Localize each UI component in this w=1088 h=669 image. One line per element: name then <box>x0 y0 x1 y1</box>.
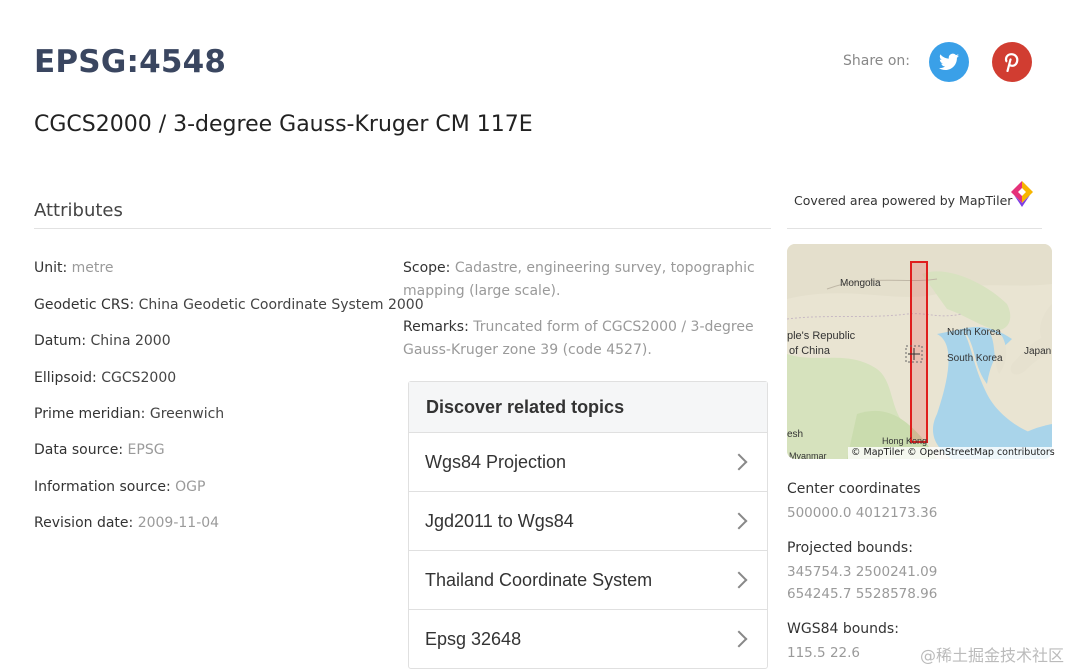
maptiler-logo-icon <box>1011 181 1033 207</box>
attr-ellipsoid: Ellipsoid: CGCS2000 <box>34 367 176 390</box>
attr-key: Data source: <box>34 442 124 458</box>
map-label-north-korea: North Korea <box>947 327 1001 338</box>
attributes-heading: Attributes <box>34 200 123 221</box>
chevron-right-icon <box>730 512 748 530</box>
map-label-south-korea: South Korea <box>947 353 1003 364</box>
attr-value: EPSG <box>127 442 165 458</box>
attr-prime-meridian: Prime meridian: Greenwich <box>34 403 224 426</box>
attr-value: Cadastre, engineering survey, topographi… <box>403 260 755 299</box>
pinterest-p-icon <box>1004 53 1019 72</box>
covered-area-label: Covered area powered by MapTiler <box>794 193 1013 208</box>
map-label-prc: ple's Republic <box>787 330 856 342</box>
chevron-right-icon <box>730 630 748 648</box>
coverage-map[interactable]: Mongolia ple's Republic of China North K… <box>787 244 1052 459</box>
map-label-prc: of China <box>789 345 831 357</box>
attr-key: Ellipsoid: <box>34 370 97 386</box>
topic-label: Epsg 32648 <box>425 628 522 649</box>
chevron-right-icon <box>730 571 748 589</box>
related-topics-heading: Discover related topics <box>409 382 767 433</box>
related-topic-link[interactable]: Wgs84 Projection <box>409 433 767 492</box>
attr-key: Information source: <box>34 479 171 495</box>
map-label-japan: Japan <box>1024 346 1051 357</box>
related-topic-link[interactable]: Jgd2011 to Wgs84 <box>409 492 767 551</box>
wgs84-bounds-label: WGS84 bounds: <box>787 621 899 637</box>
attr-datum: Datum: China 2000 <box>34 330 171 353</box>
attr-value: CGCS2000 <box>101 370 177 386</box>
related-topic-link[interactable]: Thailand Coordinate System <box>409 551 767 610</box>
attr-unit: Unit: metre <box>34 257 113 280</box>
attr-key: Geodetic CRS: <box>34 297 135 313</box>
map-attribution[interactable]: © MapTiler © OpenStreetMap contributors <box>848 447 1058 459</box>
topic-label: Jgd2011 to Wgs84 <box>425 510 574 531</box>
map-label-hong-kong: Hong Kong <box>882 436 927 446</box>
attr-value: China 2000 <box>90 333 171 349</box>
attr-value: OGP <box>175 479 206 495</box>
wgs84-bounds-value: 115.5 22.6 <box>787 645 860 661</box>
map-label-myanmar: Myanmar <box>789 451 827 459</box>
attr-key: Revision date: <box>34 515 134 531</box>
attr-value: metre <box>71 260 114 276</box>
page-title: EPSG:4548 <box>34 44 227 80</box>
attr-geodetic-crs: Geodetic CRS: China Geodetic Coordinate … <box>34 294 424 317</box>
topic-label: Wgs84 Projection <box>425 451 567 472</box>
related-topics-panel: Discover related topics Wgs84 Projection… <box>408 381 768 669</box>
twitter-share-button[interactable] <box>929 42 969 82</box>
attr-information-source: Information source: OGP <box>34 476 205 499</box>
attr-key: Datum: <box>34 333 87 349</box>
attr-value: Greenwich <box>149 406 225 422</box>
projected-bounds-value: 654245.7 5528578.96 <box>787 586 938 602</box>
twitter-bird-icon <box>939 53 959 70</box>
topic-label: Thailand Coordinate System <box>425 569 653 590</box>
share-label: Share on: <box>843 53 911 69</box>
attr-key: Unit: <box>34 260 68 276</box>
attr-revision-date: Revision date: 2009-11-04 <box>34 512 219 535</box>
map-label-desh: esh <box>787 429 803 440</box>
center-coordinates-label: Center coordinates <box>787 481 921 497</box>
projected-bounds-value: 345754.3 2500241.09 <box>787 564 938 580</box>
related-topic-link[interactable]: Epsg 32648 <box>409 610 767 668</box>
center-coordinates-value: 500000.0 4012173.36 <box>787 505 938 521</box>
crs-name: CGCS2000 / 3-degree Gauss-Kruger CM 117E <box>34 112 533 137</box>
coverage-rectangle <box>910 261 928 443</box>
attr-key: Scope: <box>403 260 451 276</box>
divider <box>787 228 1042 229</box>
attr-value: China Geodetic Coordinate System 2000 <box>138 297 424 313</box>
attr-remarks: Remarks: Truncated form of CGCS2000 / 3-… <box>403 316 763 362</box>
attr-scope: Scope: Cadastre, engineering survey, top… <box>403 257 763 303</box>
attr-key: Remarks: <box>403 319 469 335</box>
chevron-right-icon <box>730 453 748 471</box>
projected-bounds-label: Projected bounds: <box>787 540 913 556</box>
divider <box>34 228 771 229</box>
map-label-mongolia: Mongolia <box>840 278 881 289</box>
watermark: @稀土掘金技术社区 <box>920 646 1065 665</box>
attr-data-source: Data source: EPSG <box>34 439 165 462</box>
attr-key: Prime meridian: <box>34 406 146 422</box>
attr-value: 2009-11-04 <box>137 515 220 531</box>
pinterest-share-button[interactable] <box>992 42 1032 82</box>
